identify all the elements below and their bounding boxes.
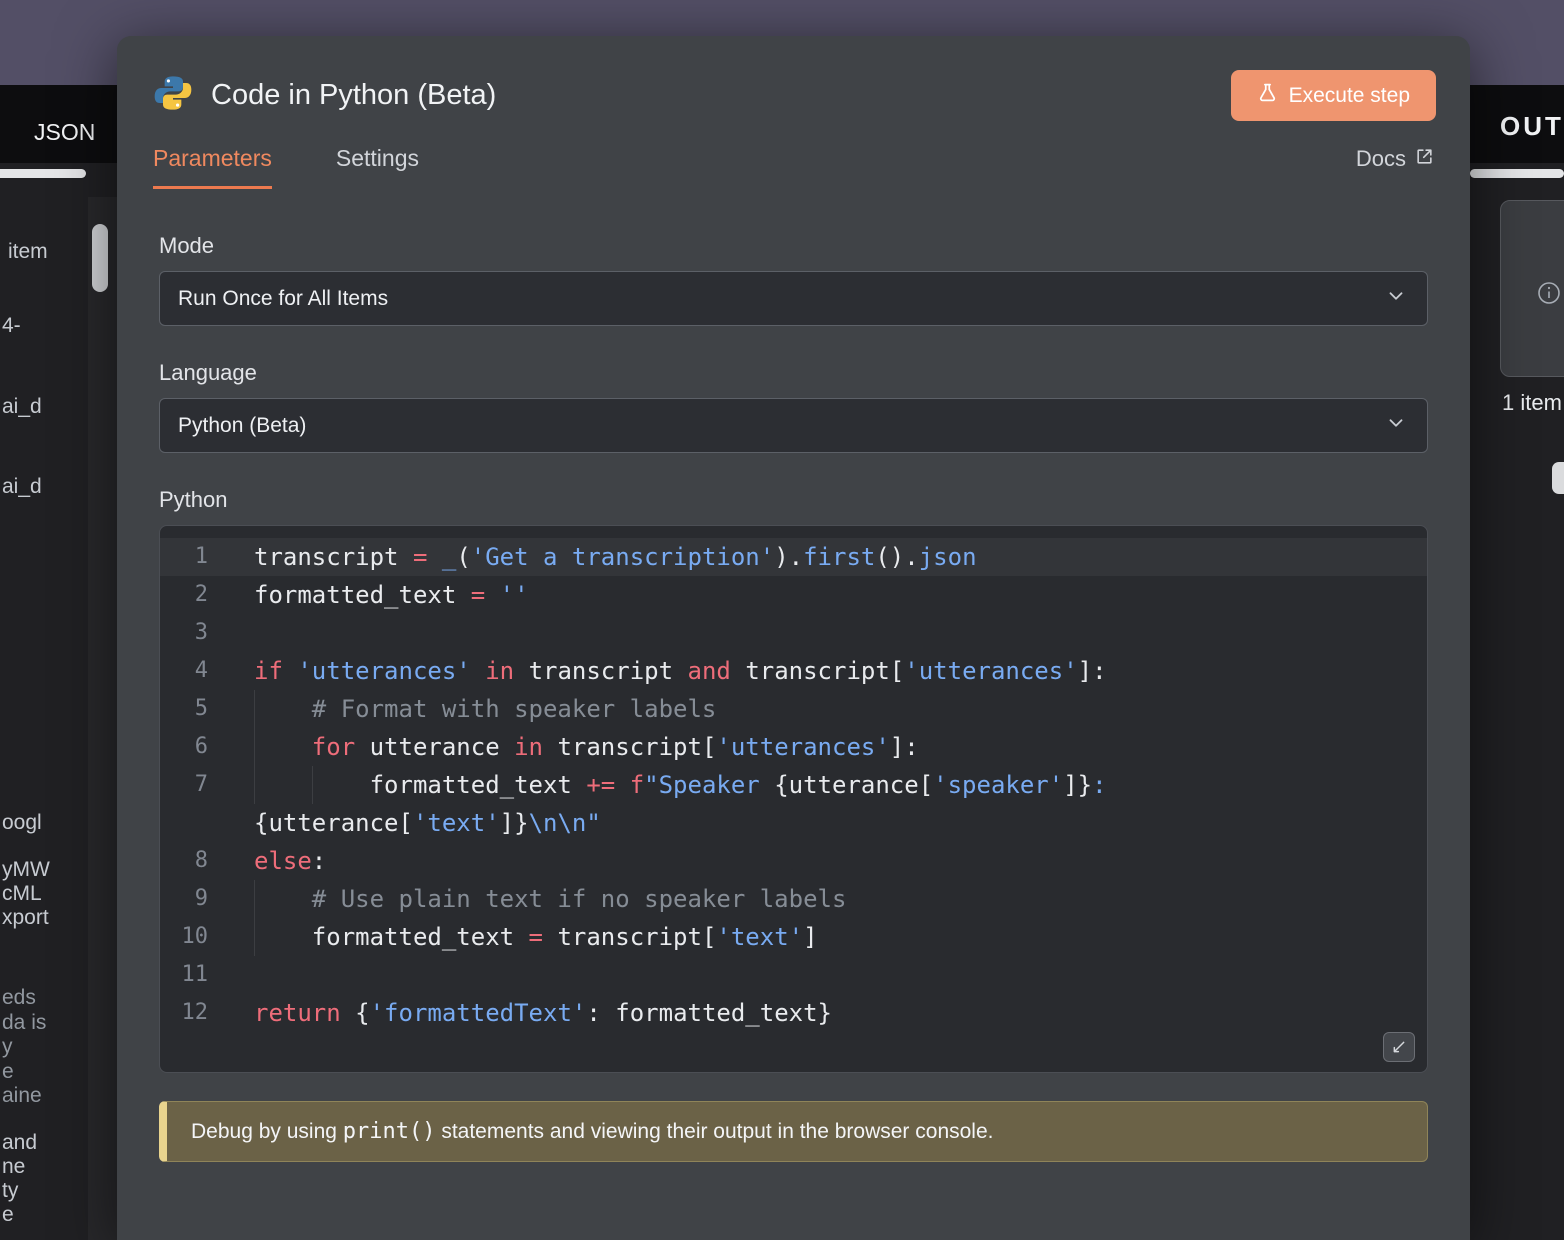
json-text-fragment: ai_d [2,395,42,419]
code-text: # Use plain text if no speaker labels [208,880,846,918]
line-number: 11 [160,956,208,994]
code-text: formatted_text = '' [208,576,529,614]
horizontal-scrollbar[interactable] [1470,169,1564,178]
code-line[interactable]: 1transcript = _('Get a transcription').f… [160,538,1427,576]
line-number: 5 [160,690,208,728]
code-line[interactable]: 3 [160,614,1427,652]
code-text: formatted_text = transcript['text'] [208,918,818,956]
modal-title: Code in Python (Beta) [211,79,496,112]
json-text-fragment: yMW [2,858,50,882]
vertical-scrollbar[interactable] [1552,462,1564,494]
code-line[interactable]: 8else: [160,842,1427,880]
json-text-fragment: e [2,1203,14,1227]
json-text-fragment: ty [2,1179,18,1203]
tab-parameters[interactable]: Parameters [153,145,272,189]
mode-select-value: Run Once for All Items [178,287,388,311]
line-number: 12 [160,994,208,1032]
code-line[interactable]: 10formatted_text = transcript['text'] [160,918,1427,956]
expand-editor-button[interactable] [1383,1032,1415,1062]
horizontal-scrollbar[interactable] [0,169,86,178]
mode-select[interactable]: Run Once for All Items [159,271,1428,326]
code-line[interactable]: 5# Format with speaker labels [160,690,1427,728]
line-number: 9 [160,880,208,918]
language-label: Language [159,360,1428,386]
line-number: 7 [160,766,208,804]
flask-icon [1257,82,1278,109]
modal-header: Code in Python (Beta) Execute step [117,36,1470,121]
line-number: 6 [160,728,208,766]
scrollbar-track [88,197,117,1240]
notice-text-after: statements and viewing their output in t… [436,1120,994,1143]
docs-link[interactable]: Docs [1356,146,1434,189]
code-text: return {'formattedText': formatted_text} [208,994,832,1032]
json-text-fragment: aine [2,1084,42,1108]
external-link-icon [1415,146,1434,172]
output-panel-header: OUT [1470,85,1564,163]
code-line[interactable]: 6for utterance in transcript['utterances… [160,728,1427,766]
code-text: for utterance in transcript['utterances'… [208,728,919,766]
line-number [160,804,208,842]
code-line[interactable]: 7formatted_text += f"Speaker {utterance[… [160,766,1427,804]
line-number: 2 [160,576,208,614]
execute-step-button[interactable]: Execute step [1231,70,1436,121]
notice-text-before: Debug by using [191,1120,343,1143]
execute-step-label: Execute step [1289,84,1410,108]
docs-label: Docs [1356,146,1406,172]
modal-tabbar: Parameters Settings Docs [117,145,1470,189]
chevron-down-icon [1385,412,1407,440]
code-editor[interactable]: 1transcript = _('Get a transcription').f… [159,525,1428,1073]
code-line[interactable]: {utterance['text']}\n\n" [160,804,1427,842]
code-line[interactable]: 2formatted_text = '' [160,576,1427,614]
language-select-value: Python (Beta) [178,414,306,438]
tab-settings[interactable]: Settings [336,145,419,189]
chevron-down-icon [1385,285,1407,313]
code-text [208,956,254,994]
code-text: # Format with speaker labels [208,690,716,728]
json-text-fragment: y [2,1035,13,1059]
line-number: 1 [160,538,208,576]
json-text-fragment: ai_d [2,475,42,499]
input-panel-background: JSON item 4- ai_d ai_doogl yMWcMLxport edsda … [0,85,117,1240]
parameters-panel: Mode Run Once for All Items Language Pyt… [117,189,1470,1202]
json-text-fragment: and [2,1131,37,1155]
json-text-fragment: eds [2,986,36,1010]
json-text-fragment: xport [2,906,49,930]
python-logo-icon [153,73,193,118]
json-text-fragment: e [2,1060,14,1084]
code-line[interactable]: 11 [160,956,1427,994]
line-number: 8 [160,842,208,880]
code-node-modal: Code in Python (Beta) Execute step Param… [117,36,1470,1240]
json-text-fragment: 4- [2,314,21,338]
output-panel-title: OUT [1500,111,1564,142]
notice-code: print() [343,1119,436,1144]
json-text-fragment: cML [2,882,42,906]
code-line[interactable]: 9# Use plain text if no speaker labels [160,880,1427,918]
code-text [208,614,254,652]
code-text: transcript = _('Get a transcription').fi… [208,538,977,576]
language-select[interactable]: Python (Beta) [159,398,1428,453]
output-panel-background: OUT 1 item [1470,85,1564,1240]
json-text-fragment: ne [2,1155,25,1179]
code-line[interactable]: 4if 'utterances' in transcript and trans… [160,652,1427,690]
mode-label: Mode [159,233,1428,259]
output-item-count: 1 item [1502,390,1562,416]
output-card [1500,200,1564,377]
json-text-fragment: oogl [2,811,42,835]
code-lines: 1transcript = _('Get a transcription').f… [160,538,1427,1032]
code-text: formatted_text += f"Speaker {utterance['… [208,766,1107,804]
tab-json[interactable]: JSON [34,119,95,146]
code-text: if 'utterances' in transcript and transc… [208,652,1107,690]
json-text-fragment: da is [2,1011,46,1035]
line-number: 4 [160,652,208,690]
line-number: 3 [160,614,208,652]
vertical-scrollbar[interactable] [92,224,108,292]
code-line[interactable]: 12return {'formattedText': formatted_tex… [160,994,1427,1032]
info-icon [1537,281,1561,310]
code-text: {utterance['text']}\n\n" [208,804,601,842]
python-code-label: Python [159,487,1428,513]
debug-notice: Debug by using print() statements and vi… [159,1101,1428,1162]
line-number: 10 [160,918,208,956]
code-text: else: [208,842,326,880]
json-text-fragment: item [8,240,48,264]
